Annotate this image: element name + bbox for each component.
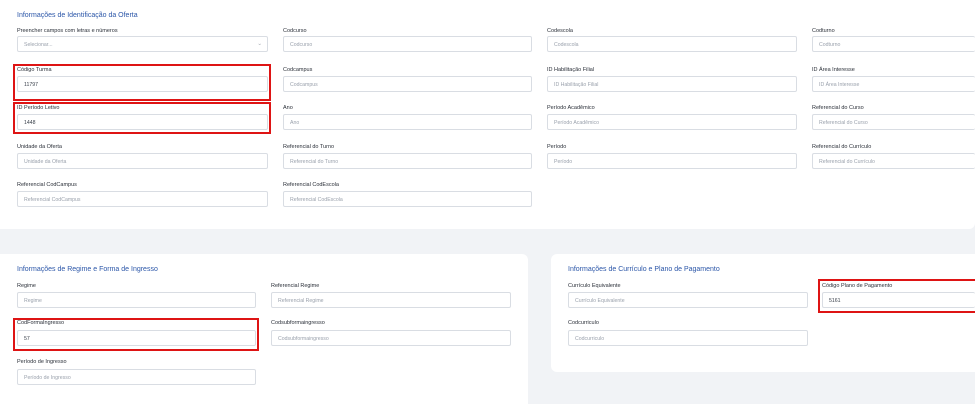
field-value: Codsubformaingresso	[278, 335, 329, 342]
referencial-codcampus-input[interactable]: Referencial CodCampus	[17, 191, 268, 207]
field-value: Período Acadêmico	[554, 119, 599, 126]
field-label-referencial-regime: Referencial Regime	[271, 283, 320, 289]
field-value: Codescola	[554, 41, 579, 48]
field-value: Referencial CodEscola	[290, 196, 343, 203]
codcurso-input[interactable]: Codcurso	[283, 36, 532, 52]
field-label-curriculo-equivalente: Currículo Equivalente	[568, 283, 621, 289]
field-value: 11797	[24, 81, 39, 88]
referencial-codescola-input[interactable]: Referencial CodEscola	[283, 191, 532, 207]
curriculo-equivalente-input[interactable]: Currículo Equivalente	[568, 292, 808, 308]
field-value: Selecionar...	[24, 41, 53, 48]
field-label-codcurso: Codcurso	[283, 28, 307, 34]
field-label-referencial-curso: Referencial do Curso	[812, 105, 864, 111]
id-periodo-letivo-input[interactable]: 1448	[17, 114, 268, 130]
codsubformaingresso-input[interactable]: Codsubformaingresso	[271, 330, 511, 346]
field-label-referencial-curriculo: Referencial do Currículo	[812, 144, 872, 150]
field-value: Ano	[290, 119, 300, 126]
codturno-input[interactable]: Codturno	[812, 36, 975, 52]
section-title-curriculo: Informações de Currículo e Plano de Paga…	[568, 266, 720, 273]
field-label-codescola: Codescola	[547, 28, 573, 34]
codcampus-input[interactable]: Codcampus	[283, 76, 532, 92]
ano-input[interactable]: Ano	[283, 114, 532, 130]
field-label-codigo-turma: Código Turma	[17, 67, 52, 73]
field-label-referencial-codcampus: Referencial CodCampus	[17, 182, 77, 188]
field-value: Período de Ingresso	[24, 374, 71, 381]
fill-fields-select[interactable]: Selecionar... ⌄	[17, 36, 268, 52]
field-label-codcampus: Codcampus	[283, 67, 313, 73]
field-value: Referencial do Curso	[819, 119, 868, 126]
codformaingresso-input[interactable]: 57	[17, 330, 256, 346]
field-value: Codturno	[819, 41, 841, 48]
periodo-ingresso-input[interactable]: Período de Ingresso	[17, 369, 256, 385]
periodo-academico-input[interactable]: Período Acadêmico	[547, 114, 797, 130]
referencial-curso-input[interactable]: Referencial do Curso	[812, 114, 975, 130]
field-label-referencial-turno: Referencial do Turno	[283, 144, 335, 150]
field-label-periodo: Período	[547, 144, 567, 150]
field-value: 1448	[24, 119, 36, 126]
referencial-regime-input[interactable]: Referencial Regime	[271, 292, 511, 308]
field-label-codsubformaingresso: Codsubformaingresso	[271, 320, 325, 326]
field-label-codturno: Codturno	[812, 28, 835, 34]
field-label-codigo-plano: Código Plano de Pagamento	[822, 283, 893, 289]
field-label-unidade-oferta: Unidade da Oferta	[17, 144, 62, 150]
field-value: Referencial do Turno	[290, 158, 339, 165]
field-label-id-periodo-letivo: ID Período Letivo	[17, 105, 60, 111]
codigo-plano-input[interactable]: 5161	[822, 292, 975, 308]
referencial-curriculo-input[interactable]: Referencial do Currículo	[812, 153, 975, 169]
field-label-id-area: ID Área Interesse	[812, 67, 855, 73]
field-label-referencial-codescola: Referencial CodEscola	[283, 182, 339, 188]
field-label-codformaingresso: CodFormaIngresso	[17, 320, 65, 326]
codcurriculo-input[interactable]: Codcurriculo	[568, 330, 808, 346]
field-value: Codcurriculo	[575, 335, 605, 342]
field-value: ID Área Interesse	[819, 81, 860, 88]
field-label-ano: Ano	[283, 105, 293, 111]
field-value: 5161	[829, 297, 841, 304]
section-title-identification: Informações de Identificação da Oferta	[17, 12, 138, 19]
field-value: Regime	[24, 297, 42, 304]
field-value: Codcampus	[290, 81, 318, 88]
field-value: Referencial do Currículo	[819, 158, 875, 165]
field-label-periodo-academico: Período Acadêmico	[547, 105, 595, 111]
section-title-regime: Informações de Regime e Forma de Ingress…	[17, 266, 158, 273]
field-label-id-habilitacao: ID Habilitação Filial	[547, 67, 595, 73]
field-label-periodo-ingresso: Período de Ingresso	[17, 359, 67, 365]
field-value: Codcurso	[290, 41, 313, 48]
field-value: Referencial CodCampus	[24, 196, 81, 203]
field-value: Referencial Regime	[278, 297, 324, 304]
regime-input[interactable]: Regime	[17, 292, 256, 308]
codescola-input[interactable]: Codescola	[547, 36, 797, 52]
id-area-input[interactable]: ID Área Interesse	[812, 76, 975, 92]
field-value: Currículo Equivalente	[575, 297, 625, 304]
unidade-oferta-input[interactable]: Unidade da Oferta	[17, 153, 268, 169]
field-label-fill: Preencher campos com letras e números	[17, 28, 118, 34]
referencial-turno-input[interactable]: Referencial do Turno	[283, 153, 532, 169]
field-value: Unidade da Oferta	[24, 158, 67, 165]
field-value: ID Habilitação Filial	[554, 81, 599, 88]
field-label-codcurriculo: Codcurriculo	[568, 320, 599, 326]
periodo-input[interactable]: Período	[547, 153, 797, 169]
id-habilitacao-input[interactable]: ID Habilitação Filial	[547, 76, 797, 92]
codigo-turma-input[interactable]: 11797	[17, 76, 268, 92]
chevron-down-icon: ⌄	[257, 41, 262, 47]
field-label-regime: Regime	[17, 283, 36, 289]
field-value: 57	[24, 335, 30, 342]
field-value: Período	[554, 158, 573, 165]
